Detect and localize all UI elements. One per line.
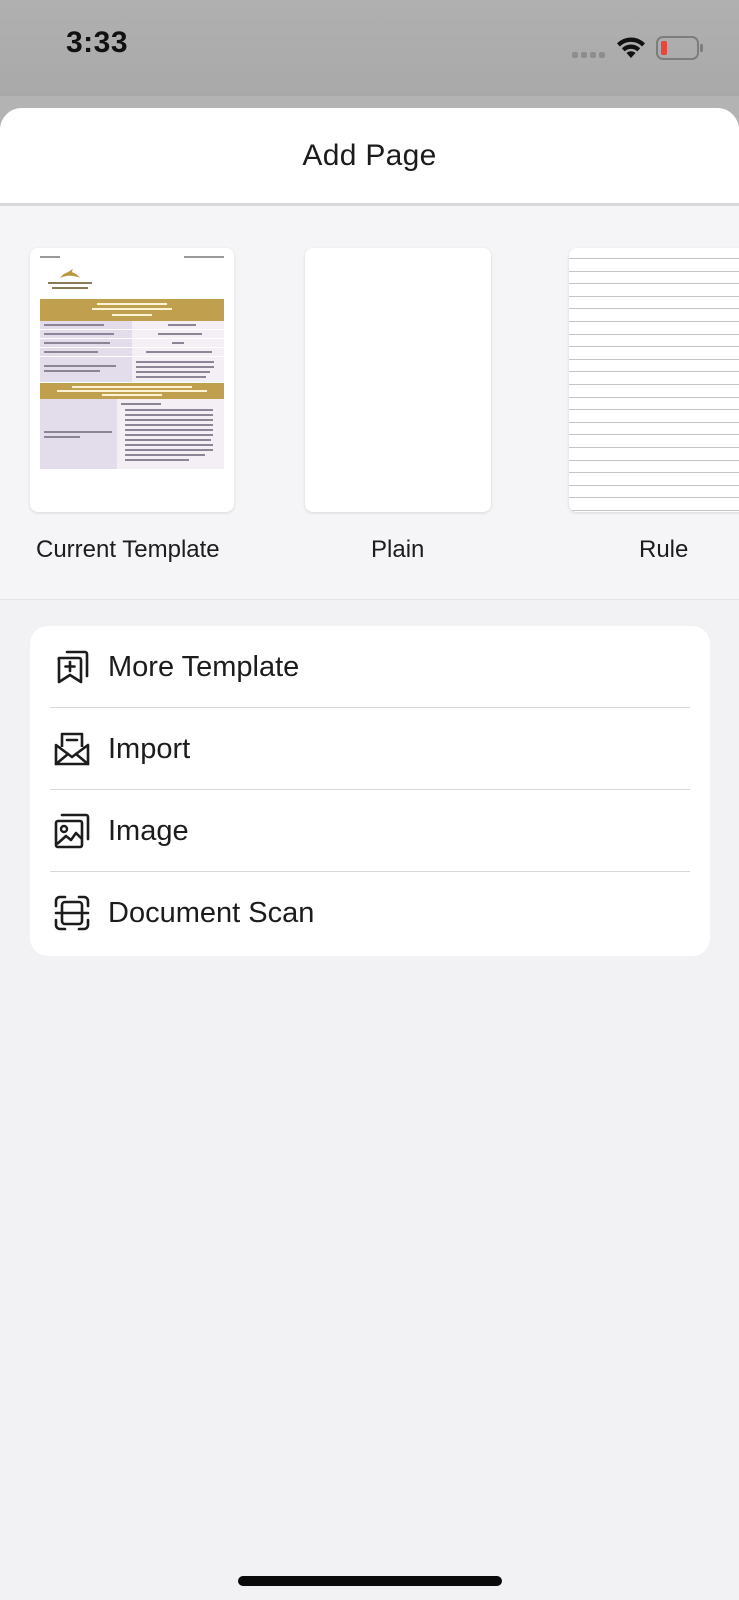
add-template-icon: [57, 650, 89, 684]
ruled-line: [569, 484, 739, 486]
home-indicator: [238, 1576, 502, 1586]
add-page-options: More Template Import Image Document Scan: [30, 626, 710, 956]
template-current-label: Current Template: [36, 536, 220, 563]
ruled-line: [569, 447, 739, 448]
document-scan-icon: [54, 895, 90, 931]
image-icon: [54, 813, 90, 849]
insurer-logo-icon: [48, 269, 92, 289]
ruled-line: [569, 371, 739, 373]
wifi-icon: [617, 37, 645, 58]
status-bar: 3:33: [0, 0, 739, 96]
ruled-line: [569, 384, 739, 385]
menu-item-label: Image: [108, 814, 189, 847]
menu-item-image[interactable]: Image: [30, 790, 710, 872]
ruled-line: [569, 459, 739, 461]
ruled-line: [569, 434, 739, 436]
ruled-line: [569, 321, 739, 322]
ruled-line: [569, 295, 739, 297]
ruled-line: [569, 258, 739, 259]
ruled-line: [569, 333, 739, 335]
ruled-line: [569, 358, 739, 360]
ruled-line: [569, 409, 739, 411]
ruled-line: [569, 308, 739, 310]
import-envelope-icon: [54, 732, 90, 766]
ruled-line: [569, 472, 739, 474]
ruled-line: [569, 270, 739, 272]
menu-item-more-template[interactable]: More Template: [30, 626, 710, 708]
ruled-line: [569, 396, 739, 398]
template-rule-label: Rule: [639, 536, 689, 563]
menu-item-label: More Template: [108, 650, 300, 683]
document-preview: [40, 256, 224, 469]
ruled-line: [569, 510, 739, 511]
ruled-line: [569, 346, 739, 348]
ruled-line: [569, 421, 739, 423]
battery-icon: [656, 36, 703, 60]
template-plain-preview[interactable]: [305, 248, 491, 512]
status-time: 3:33: [66, 26, 129, 59]
menu-item-label: Document Scan: [108, 896, 315, 929]
sheet-header: Add Page: [0, 108, 739, 206]
add-page-sheet: Add Page Current Template Plain Rule Mor…: [0, 108, 739, 1600]
ruled-line: [569, 497, 739, 499]
cellular-signal-icon: [572, 52, 606, 58]
template-plain-label: Plain: [371, 536, 425, 563]
menu-item-document-scan[interactable]: Document Scan: [30, 872, 710, 954]
menu-item-import[interactable]: Import: [30, 708, 710, 790]
ruled-line: [569, 283, 739, 285]
template-rule-preview[interactable]: [569, 248, 739, 512]
template-carousel[interactable]: Current Template Plain Rule: [0, 206, 739, 600]
sheet-title: Add Page: [302, 138, 437, 172]
template-current-preview[interactable]: [30, 248, 234, 512]
menu-item-label: Import: [108, 732, 191, 765]
